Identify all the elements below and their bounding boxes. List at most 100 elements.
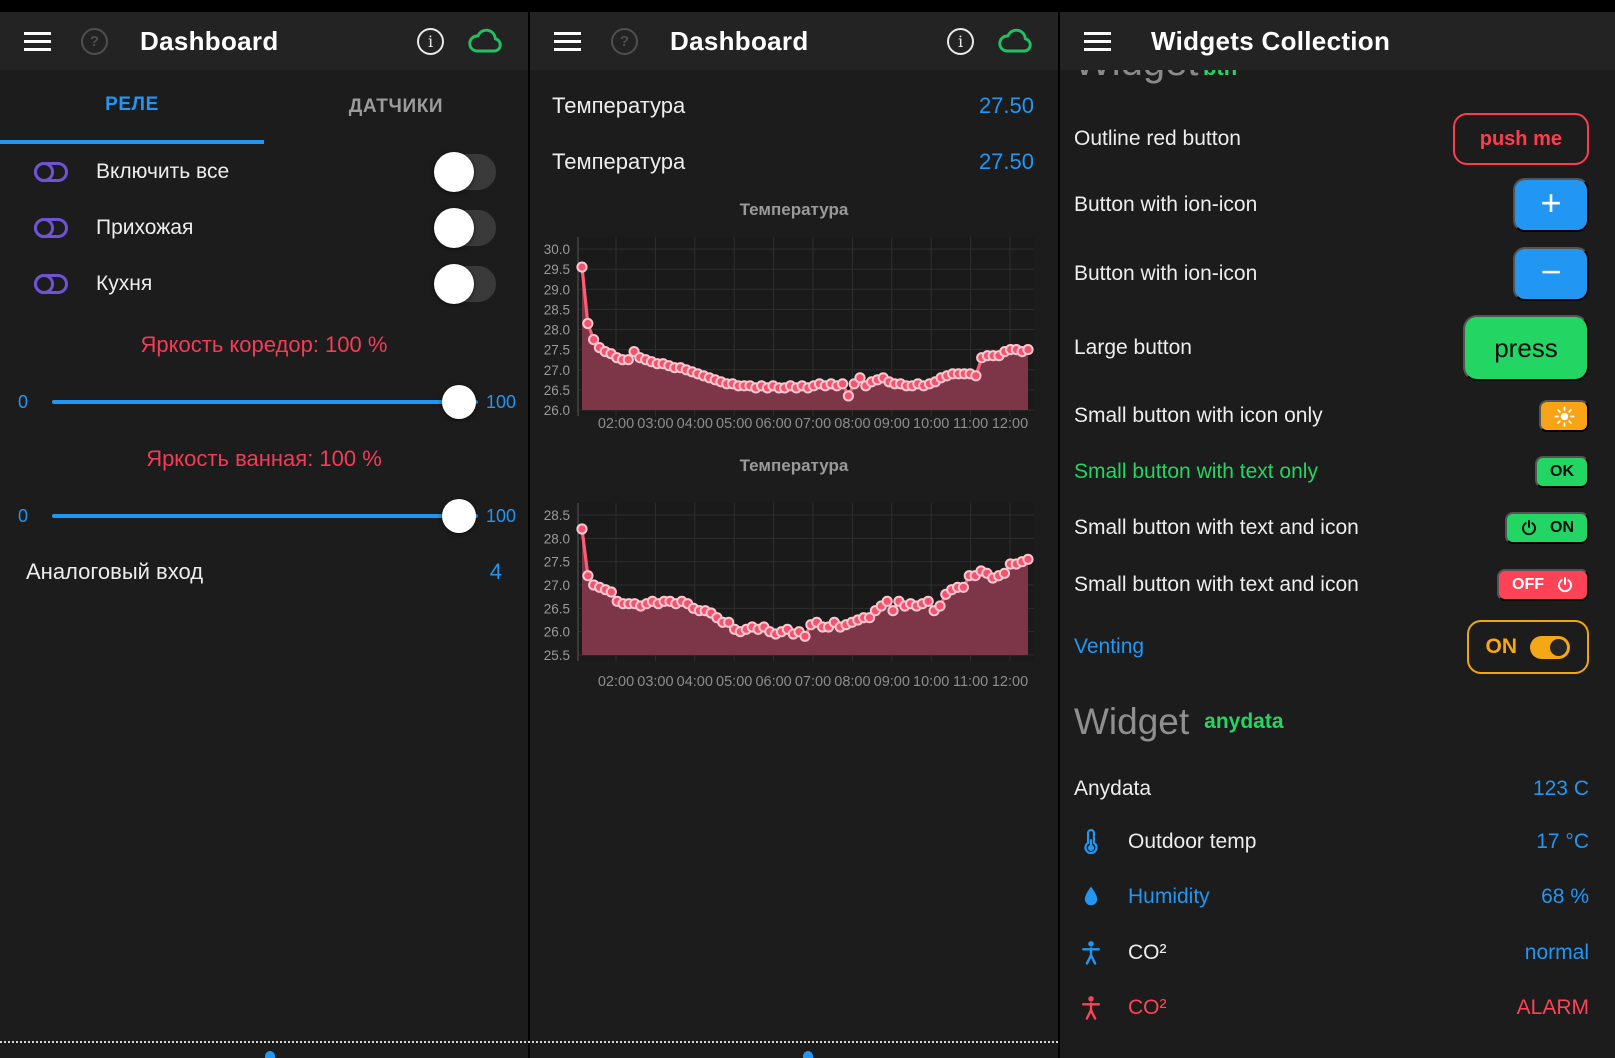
temperature-row: Температура 27.50 <box>530 134 1058 190</box>
page-title: Widgets Collection <box>1151 26 1390 57</box>
add-button[interactable]: + <box>1513 178 1589 232</box>
analog-input-row: Аналоговый вход 4 <box>0 540 528 604</box>
switch-label: Включить все <box>96 160 434 184</box>
analog-input-label: Аналоговый вход <box>26 559 490 585</box>
sunny-button[interactable] <box>1539 400 1589 432</box>
svg-text:29.5: 29.5 <box>544 262 570 277</box>
water-drop-icon <box>1074 885 1108 909</box>
app-bar: ? Dashboard i <box>530 12 1058 70</box>
power-icon <box>1556 576 1574 594</box>
switch-row-all: Включить все <box>0 144 528 200</box>
toggle-icon <box>34 162 68 182</box>
svg-text:28.5: 28.5 <box>544 508 570 523</box>
svg-text:26.0: 26.0 <box>544 625 570 640</box>
page-indicator-dot <box>265 1051 275 1058</box>
svg-text:03:00: 03:00 <box>637 416 673 432</box>
svg-text:27.0: 27.0 <box>544 363 570 378</box>
menu-icon[interactable] <box>24 32 51 51</box>
svg-text:27.5: 27.5 <box>544 343 570 358</box>
svg-text:28.0: 28.0 <box>544 323 570 338</box>
svg-text:07:00: 07:00 <box>795 674 831 690</box>
tab-bar: РЕЛЕ ДАТЧИКИ <box>0 70 528 144</box>
slider-min-label: 0 <box>18 506 48 527</box>
temperature-label: Температура <box>552 149 979 175</box>
slider-max-label: 100 <box>486 506 516 527</box>
svg-text:02:00: 02:00 <box>598 674 634 690</box>
svg-text:08:00: 08:00 <box>834 416 870 432</box>
tab-sensors[interactable]: ДАТЧИКИ <box>264 70 528 144</box>
cloud-status-icon <box>466 28 504 55</box>
slider-min-label: 0 <box>18 392 48 413</box>
off-button[interactable]: OFF <box>1497 569 1589 601</box>
dotted-divider <box>0 1041 1058 1043</box>
widget-row-small-text-button: Small button with text only OK <box>1060 444 1615 500</box>
svg-text:03:00: 03:00 <box>637 674 673 690</box>
data-row-co2-normal: CO² normal <box>1060 925 1615 980</box>
toggle-on-icon <box>1530 636 1570 659</box>
svg-text:09:00: 09:00 <box>874 674 910 690</box>
status-bar <box>530 0 1058 12</box>
data-row-humidity: Humidity 68 % <box>1060 869 1615 925</box>
ok-button[interactable]: OK <box>1535 456 1589 488</box>
svg-text:05:00: 05:00 <box>716 416 752 432</box>
svg-text:26.5: 26.5 <box>544 383 570 398</box>
push-me-button[interactable]: push me <box>1453 113 1589 165</box>
press-button[interactable]: press <box>1463 315 1589 381</box>
analog-input-value: 4 <box>490 559 502 585</box>
remove-button[interactable]: − <box>1513 247 1589 301</box>
panel-dashboard-sensors: ? Dashboard i Температура 27.50 Температ… <box>528 0 1060 1058</box>
sunny-icon <box>1554 406 1575 427</box>
data-row-outdoor-temp: Outdoor temp 17 °C <box>1060 814 1615 869</box>
switch-all-toggle[interactable] <box>434 152 498 192</box>
svg-text:09:00: 09:00 <box>874 416 910 432</box>
svg-text:10:00: 10:00 <box>913 674 949 690</box>
slider-corridor-track[interactable] <box>52 385 478 419</box>
svg-text:07:00: 07:00 <box>795 416 831 432</box>
data-row-anydata: Anydata 123 C <box>1060 764 1615 814</box>
svg-text:10:00: 10:00 <box>913 416 949 432</box>
slider-bathroom-track[interactable] <box>52 499 478 533</box>
info-icon[interactable]: i <box>947 28 974 55</box>
widget-row-icon-button-remove: Button with ion-icon − <box>1060 240 1615 308</box>
svg-text:02:00: 02:00 <box>598 416 634 432</box>
menu-icon[interactable] <box>554 32 581 51</box>
tab-relays[interactable]: РЕЛЕ <box>0 70 264 144</box>
menu-icon[interactable] <box>1084 32 1111 51</box>
svg-text:26.5: 26.5 <box>544 601 570 616</box>
svg-text:04:00: 04:00 <box>677 674 713 690</box>
slider-max-label: 100 <box>486 392 516 413</box>
svg-text:29.0: 29.0 <box>544 282 570 297</box>
page-title: Dashboard <box>670 26 809 57</box>
svg-text:27.0: 27.0 <box>544 578 570 593</box>
page-title: Dashboard <box>140 26 279 57</box>
slider-corridor: 0 100 <box>0 378 528 426</box>
svg-text:12:00: 12:00 <box>992 416 1028 432</box>
widget-row-icon-button-add: Button with ion-icon + <box>1060 170 1615 240</box>
widget-row-venting: Venting ON <box>1060 614 1615 680</box>
status-bar <box>0 0 528 12</box>
switch-kitchen-toggle[interactable] <box>434 264 498 304</box>
slider-caption-corridor: Яркость коредор: 100 % <box>0 312 528 378</box>
svg-text:05:00: 05:00 <box>716 674 752 690</box>
help-icon[interactable]: ? <box>611 28 638 55</box>
info-icon[interactable]: i <box>417 28 444 55</box>
svg-text:26.0: 26.0 <box>544 403 570 418</box>
widget-row-outline-button: Outline red button push me <box>1060 108 1615 170</box>
switch-label: Кухня <box>96 272 434 296</box>
section-heading-anydata: Widget anydata <box>1060 680 1615 764</box>
slider-bathroom-knob[interactable] <box>442 499 476 533</box>
svg-text:28.5: 28.5 <box>544 302 570 317</box>
switch-hallway-toggle[interactable] <box>434 208 498 248</box>
venting-toggle-button[interactable]: ON <box>1467 620 1590 674</box>
widget-row-on-button: Small button with text and icon ON <box>1060 500 1615 556</box>
thermometer-icon <box>1074 828 1108 856</box>
temperature-value: 27.50 <box>979 149 1034 175</box>
app-bar: ? Dashboard i <box>0 12 528 70</box>
slider-corridor-knob[interactable] <box>442 385 476 419</box>
help-icon[interactable]: ? <box>81 28 108 55</box>
svg-text:04:00: 04:00 <box>677 416 713 432</box>
on-button[interactable]: ON <box>1505 512 1589 544</box>
svg-text:06:00: 06:00 <box>755 416 791 432</box>
data-row-co2-alarm: CO² ALARM <box>1060 980 1615 1036</box>
chart-title: Температура <box>530 456 1058 476</box>
